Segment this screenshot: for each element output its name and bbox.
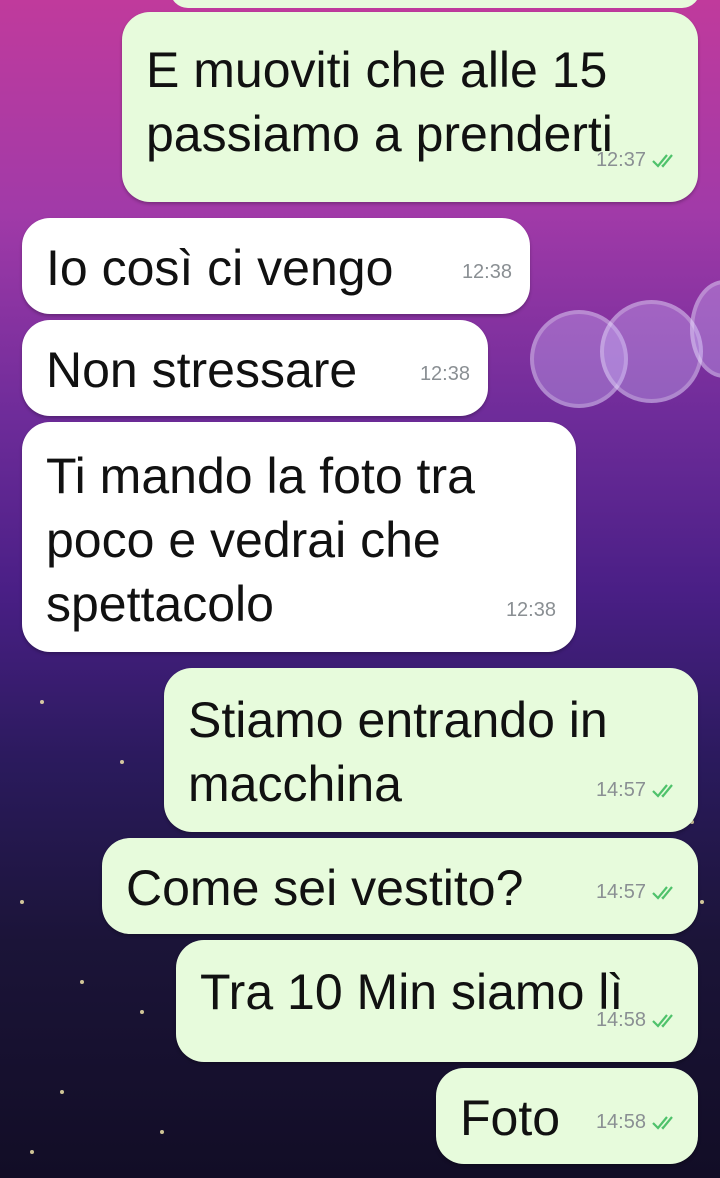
message-bubble-outgoing[interactable]: Foto 14:58 (436, 1068, 698, 1164)
double-check-icon (652, 154, 673, 168)
message-meta: 12:37 (596, 128, 684, 192)
double-check-icon (652, 1116, 673, 1130)
message-bubble-incoming[interactable]: Ti mando la foto tra poco e vedrai che s… (22, 422, 576, 652)
message-time: 12:38 (461, 261, 512, 283)
message-text: Foto (460, 1090, 561, 1146)
message-text: Non stressare (46, 342, 358, 398)
double-check-icon (652, 784, 673, 798)
previous-message-edge (170, 0, 700, 8)
message-time: 14:57 (595, 881, 646, 903)
message-bubble-outgoing[interactable]: Tra 10 Min siamo lì 14:58 (176, 940, 698, 1062)
message-bubble-outgoing[interactable]: Come sei vestito? 14:57 (102, 838, 698, 934)
message-bubble-outgoing[interactable]: E muoviti che alle 15 passiamo a prender… (122, 12, 698, 202)
message-time: 12:37 (595, 149, 646, 171)
message-meta: 12:38 (506, 578, 556, 642)
message-text: Ti mando la foto tra poco e vedrai che s… (46, 448, 475, 632)
message-time: 12:38 (419, 363, 470, 385)
message-meta: 14:58 (596, 1090, 684, 1154)
message-time: 12:38 (505, 599, 556, 621)
message-text: E muoviti che alle 15 passiamo a prender… (146, 42, 613, 162)
message-bubble-incoming[interactable]: Io così ci vengo 12:38 (22, 218, 530, 314)
message-meta: 12:38 (420, 342, 470, 406)
message-meta: 12:38 (462, 240, 512, 304)
double-check-icon (652, 886, 673, 900)
message-meta: 14:57 (596, 860, 684, 924)
message-text: Stiamo entrando in macchina (188, 692, 608, 812)
message-time: 14:57 (595, 779, 646, 801)
message-text: Come sei vestito? (126, 860, 524, 916)
message-bubble-outgoing[interactable]: Stiamo entrando in macchina 14:57 (164, 668, 698, 832)
message-bubble-incoming[interactable]: Non stressare 12:38 (22, 320, 488, 416)
message-meta: 14:57 (596, 758, 684, 822)
message-time: 14:58 (595, 1111, 646, 1133)
message-text: Tra 10 Min siamo lì (200, 964, 624, 1020)
double-check-icon (652, 1014, 673, 1028)
message-meta: 14:58 (596, 988, 684, 1052)
message-text: Io così ci vengo (46, 240, 394, 296)
message-time: 14:58 (595, 1009, 646, 1031)
